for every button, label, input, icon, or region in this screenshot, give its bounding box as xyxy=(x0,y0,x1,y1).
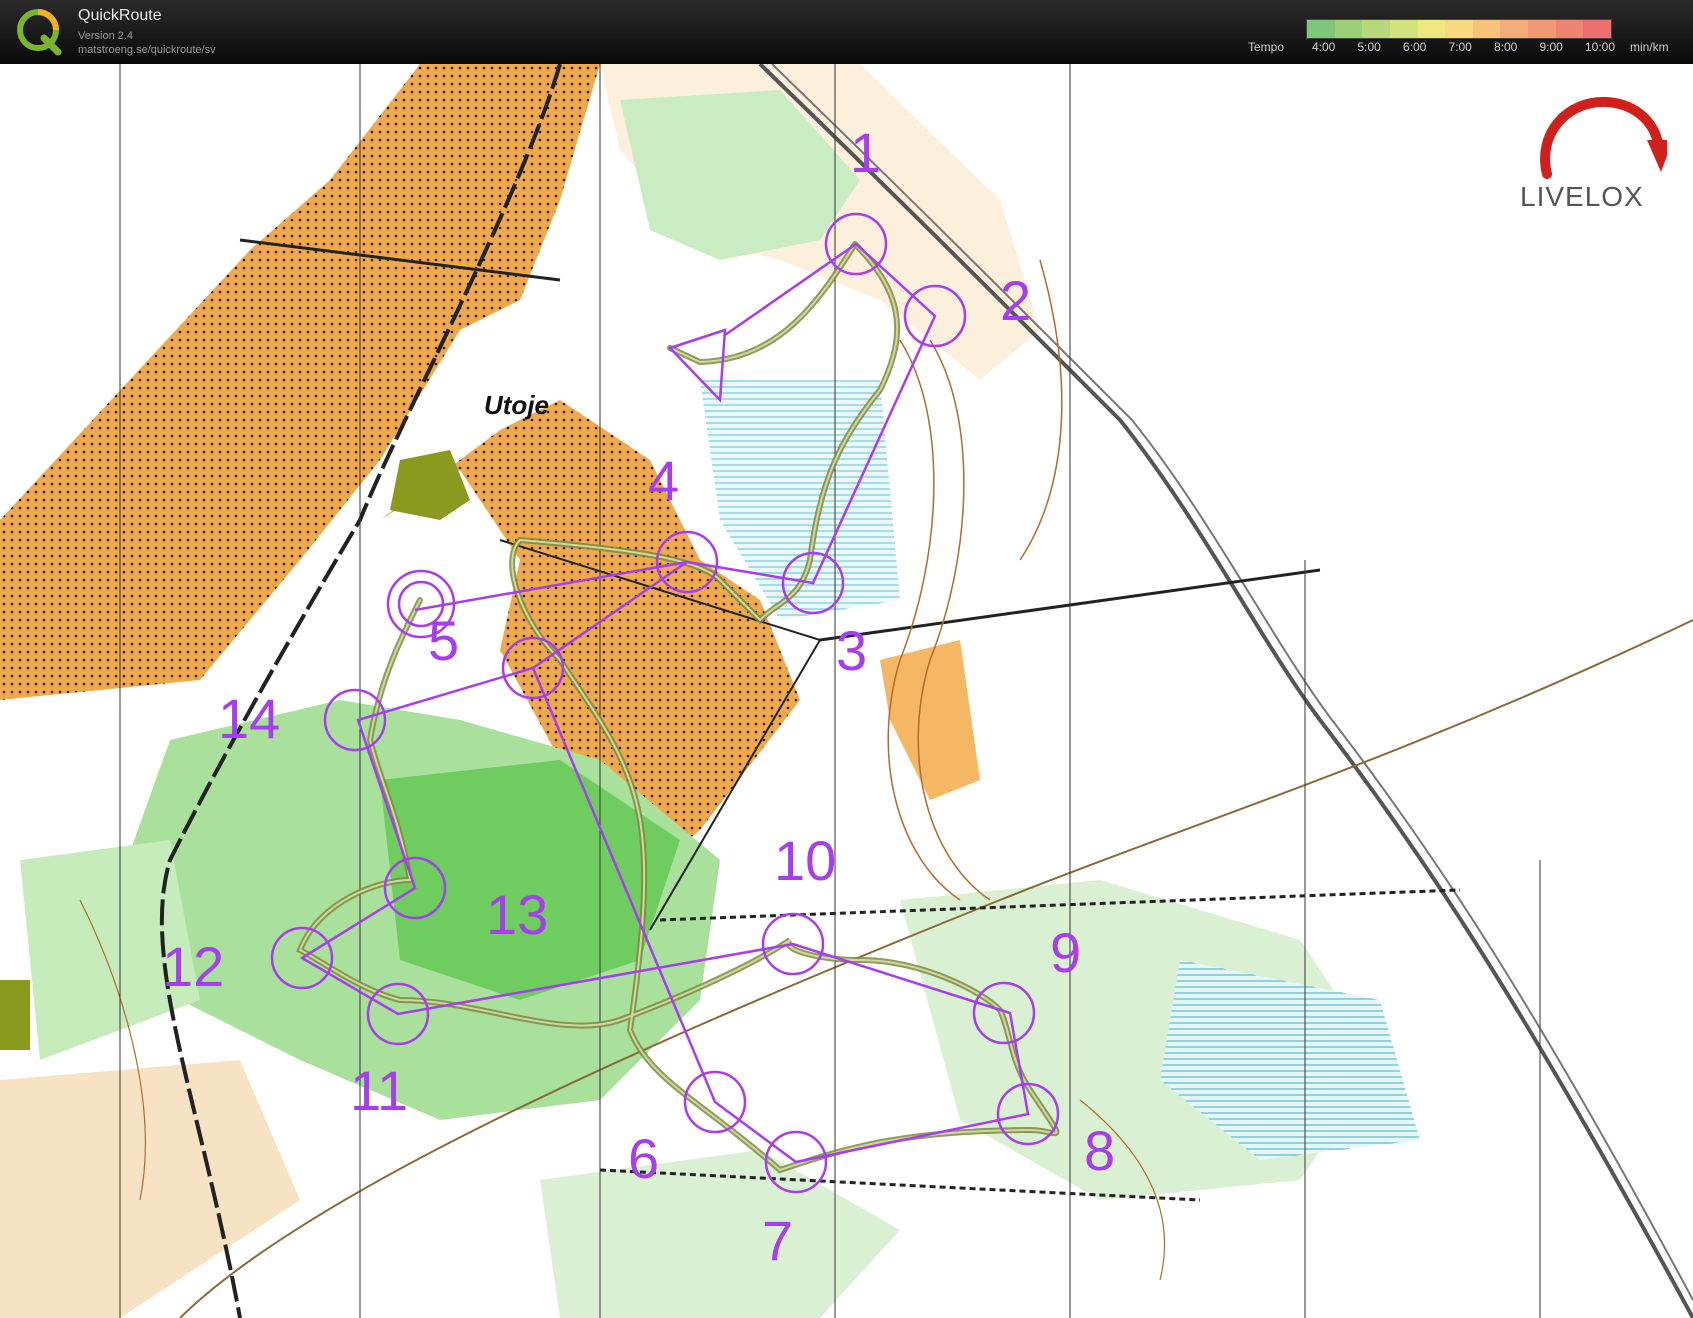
tempo-color-cell xyxy=(1583,20,1612,38)
tempo-tick-label: 7:00 xyxy=(1448,40,1472,54)
app-header: QuickRoute Version 2.4 matstroeng.se/qui… xyxy=(0,0,1693,64)
control-number-8: 8 xyxy=(1084,1119,1115,1182)
tempo-color-cell xyxy=(1307,20,1335,38)
control-number-7: 7 xyxy=(762,1209,793,1272)
tempo-color-cell xyxy=(1362,20,1390,38)
tempo-tick-label: 10:00 xyxy=(1585,40,1616,54)
control-number-12: 12 xyxy=(162,935,224,998)
control-number-3: 3 xyxy=(836,619,867,682)
tempo-tick-label: 9:00 xyxy=(1539,40,1563,54)
control-number-10: 10 xyxy=(774,829,836,892)
tempo-unit: min/km xyxy=(1630,40,1669,54)
control-number-13: 13 xyxy=(486,883,548,946)
tempo-color-cell xyxy=(1472,20,1501,38)
tempo-color-cell xyxy=(1389,20,1418,38)
control-number-6: 6 xyxy=(628,1127,659,1190)
map-canvas[interactable]: Utoje 1 2 3 4 5 6 7 8 9 10 11 12 13 14 xyxy=(0,64,1693,1318)
tempo-color-cell xyxy=(1500,20,1529,38)
app-title: QuickRoute xyxy=(78,7,162,24)
control-number-4: 4 xyxy=(648,449,679,512)
control-number-2: 2 xyxy=(1000,269,1031,332)
livelox-wordmark: LIVELOX xyxy=(1520,181,1644,212)
tempo-color-cell xyxy=(1445,20,1473,38)
tempo-color-scale xyxy=(1306,19,1612,39)
tempo-color-cell xyxy=(1555,20,1584,38)
orienteering-map[interactable]: Utoje 1 2 3 4 5 6 7 8 9 10 11 12 13 14 xyxy=(0,64,1693,1318)
control-number-11: 11 xyxy=(350,1059,408,1122)
tempo-label: Tempo xyxy=(1248,40,1285,54)
control-number-9: 9 xyxy=(1050,921,1081,984)
app-version: Version 2.4 xyxy=(78,30,134,42)
tempo-color-cell xyxy=(1334,20,1363,38)
tempo-tick-label: 8:00 xyxy=(1494,40,1518,54)
tempo-tick-label: 6:00 xyxy=(1403,40,1427,54)
place-name-label: Utoje xyxy=(484,390,549,420)
tempo-tick-label: 5:00 xyxy=(1357,40,1381,54)
control-number-14: 14 xyxy=(218,687,280,750)
control-number-5: 5 xyxy=(428,609,459,672)
control-number-1: 1 xyxy=(850,121,881,184)
tempo-tick-label: 4:00 xyxy=(1312,40,1336,54)
tempo-color-cell xyxy=(1528,20,1556,38)
tempo-color-cell xyxy=(1417,20,1446,38)
quickroute-logo-icon xyxy=(17,9,62,56)
app-url[interactable]: matstroeng.se/quickroute/sv xyxy=(78,44,216,56)
